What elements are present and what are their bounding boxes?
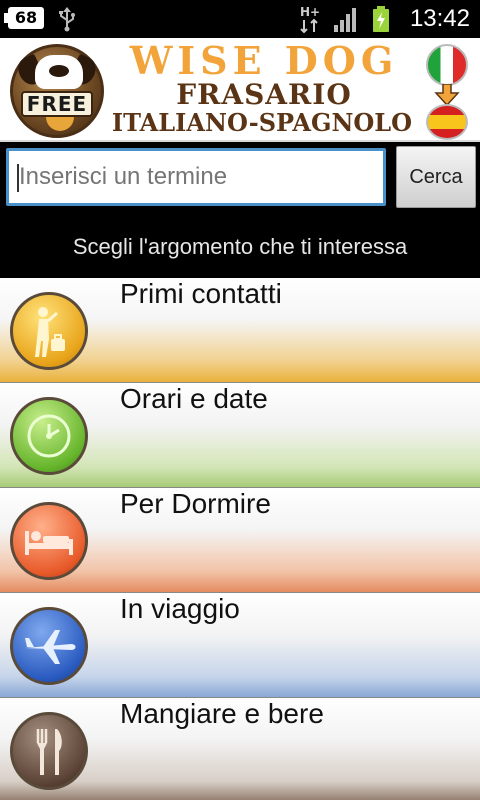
topic-label: In viaggio [120,593,240,624]
battery-charging-icon [373,6,389,32]
spain-flag-icon [426,104,468,140]
dog-chin [46,117,74,131]
app-subtitle: FRASARIO [176,78,352,111]
traveler-icon [10,292,88,370]
battery-level-badge: 68 [4,7,44,29]
topic-list: Primi contatti Orari e date Per Dormire [0,278,480,800]
topic-primi-contatti[interactable]: Primi contatti [0,278,480,383]
topic-per-dormire[interactable]: Per Dormire [0,488,480,593]
signal-icon [334,8,356,32]
topic-label: Primi contatti [120,278,282,309]
arrow-down-icon [434,84,460,106]
fork-knife-icon [10,712,88,790]
wise-dog-logo: FREE [10,44,104,138]
airplane-icon [10,607,88,685]
dog-nose [49,65,69,77]
topic-label: Per Dormire [120,488,271,519]
svg-text:H+: H+ [300,5,320,19]
topic-mangiare-e-bere[interactable]: Mangiare e bere [0,698,480,800]
language-pair: ITALIANO-SPAGNOLO [111,108,413,137]
usb-icon [59,7,75,32]
bed-icon [10,502,88,580]
network-h-plus-icon: H+ [300,5,320,34]
topic-prompt: Scegli l'argomento che ti interessa [0,212,480,278]
topic-label: Mangiare e bere [120,698,324,729]
topic-label: Orari e date [120,383,268,414]
topic-orari-e-date[interactable]: Orari e date [0,383,480,488]
app-title: WISE DOG [129,38,399,83]
search-bar: Cerca [0,142,480,212]
clock-time: 13:42 [409,5,470,32]
search-button[interactable]: Cerca [396,146,476,208]
text-cursor [17,164,19,192]
clock-icon [10,397,88,475]
free-badge: FREE [21,91,93,117]
topic-in-viaggio[interactable]: In viaggio [0,593,480,698]
search-input[interactable] [6,148,386,206]
status-bar: 68 H+ 13:42 [0,0,480,38]
app-header: FREE WISE DOG FRASARIO ITALIANO-SPAGNOLO [0,38,480,142]
italy-flag-icon [426,44,468,86]
